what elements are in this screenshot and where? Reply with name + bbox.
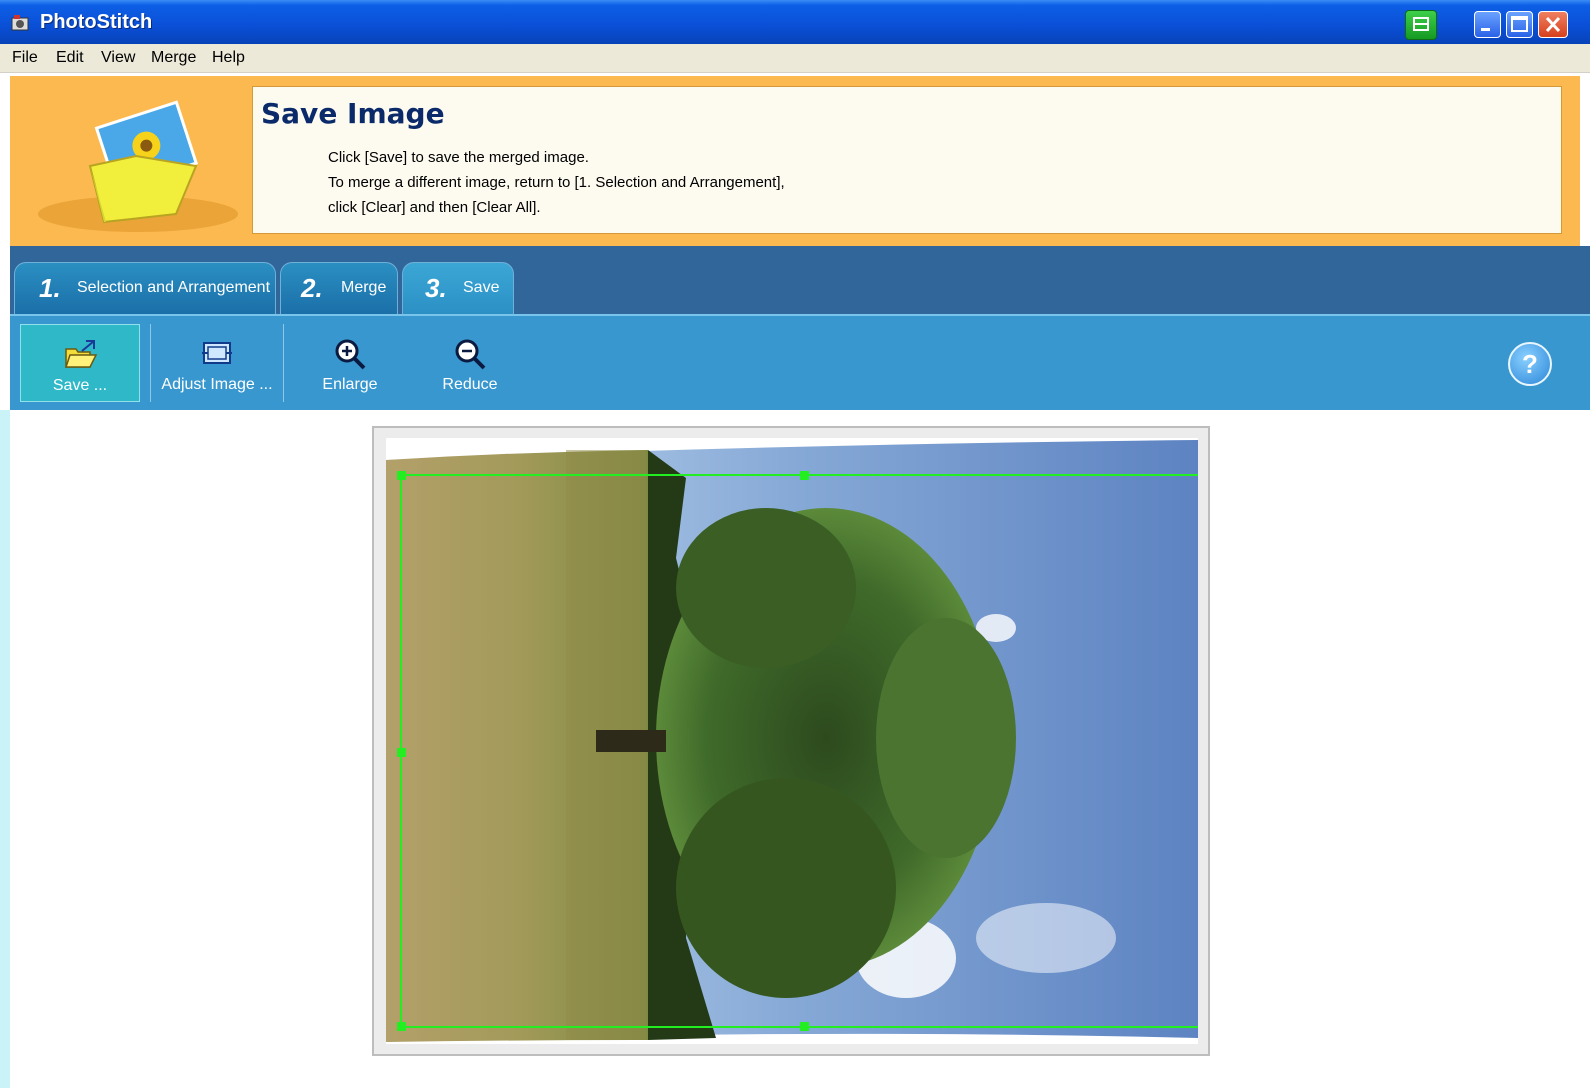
- page-title: Save Image: [261, 97, 445, 130]
- adjust-image-icon: [202, 342, 232, 364]
- crop-handle[interactable]: [800, 1022, 809, 1031]
- folder-open-icon: [64, 340, 98, 368]
- menu-file[interactable]: File: [12, 49, 38, 67]
- menu-help[interactable]: Help: [212, 49, 245, 67]
- step-tabs: 1. Selection and Arrangement 2. Merge 3.…: [10, 246, 1590, 316]
- print-icon[interactable]: [1405, 10, 1437, 40]
- menu-bar: File Edit View Merge Help: [0, 44, 1590, 73]
- photostitch-window: PhotoStitch File Edit View Merge Help Sa…: [0, 0, 1590, 1088]
- close-button[interactable]: [1538, 11, 1568, 38]
- instruction-line-2: To merge a different image, return to [1…: [328, 174, 785, 191]
- zoom-out-icon: [455, 339, 486, 370]
- tab-merge[interactable]: 2. Merge: [280, 262, 398, 314]
- adjust-image-label: Adjust Image ...: [161, 376, 273, 393]
- folder-photo-icon: [38, 100, 238, 232]
- menu-view[interactable]: View: [101, 49, 135, 67]
- toolbar: Save ... Adjust Image ... Enlarge Reduce…: [10, 314, 1590, 410]
- instruction-line-3: click [Clear] and then [Clear All].: [328, 199, 541, 216]
- menu-edit[interactable]: Edit: [56, 49, 84, 67]
- instruction-header: Save Image Click [Save] to save the merg…: [10, 76, 1580, 246]
- merged-image-area: [386, 438, 1198, 1044]
- image-frame: [372, 426, 1210, 1056]
- instruction-line-1: Click [Save] to save the merged image.: [328, 149, 589, 166]
- save-button[interactable]: Save ...: [20, 324, 140, 402]
- tab-save[interactable]: 3. Save: [402, 262, 514, 316]
- reduce-button[interactable]: Reduce: [415, 324, 525, 402]
- preview-canvas: [10, 410, 1590, 1088]
- window-title: PhotoStitch: [40, 11, 153, 33]
- crop-handle[interactable]: [800, 471, 809, 480]
- app-icon: [11, 15, 29, 31]
- crop-handle[interactable]: [397, 471, 406, 480]
- title-bar[interactable]: PhotoStitch: [0, 0, 1590, 44]
- reduce-label: Reduce: [442, 376, 498, 393]
- adjust-image-button[interactable]: Adjust Image ...: [150, 324, 284, 402]
- instruction-panel: Save Image Click [Save] to save the merg…: [252, 86, 1562, 234]
- crop-rectangle[interactable]: [397, 471, 1198, 1031]
- help-icon: ?: [1522, 349, 1538, 379]
- save-label: Save ...: [52, 377, 108, 394]
- help-button[interactable]: ?: [1508, 342, 1552, 386]
- minimize-button[interactable]: [1474, 11, 1501, 38]
- window-border: [0, 410, 10, 1088]
- zoom-in-icon: [335, 339, 366, 370]
- maximize-button[interactable]: [1506, 11, 1533, 38]
- crop-handle[interactable]: [397, 748, 406, 757]
- menu-merge[interactable]: Merge: [151, 49, 196, 67]
- crop-handle[interactable]: [397, 1022, 406, 1031]
- enlarge-label: Enlarge: [322, 376, 378, 393]
- tab-selection-arrangement[interactable]: 1. Selection and Arrangement: [14, 262, 276, 314]
- enlarge-button[interactable]: Enlarge: [300, 324, 400, 402]
